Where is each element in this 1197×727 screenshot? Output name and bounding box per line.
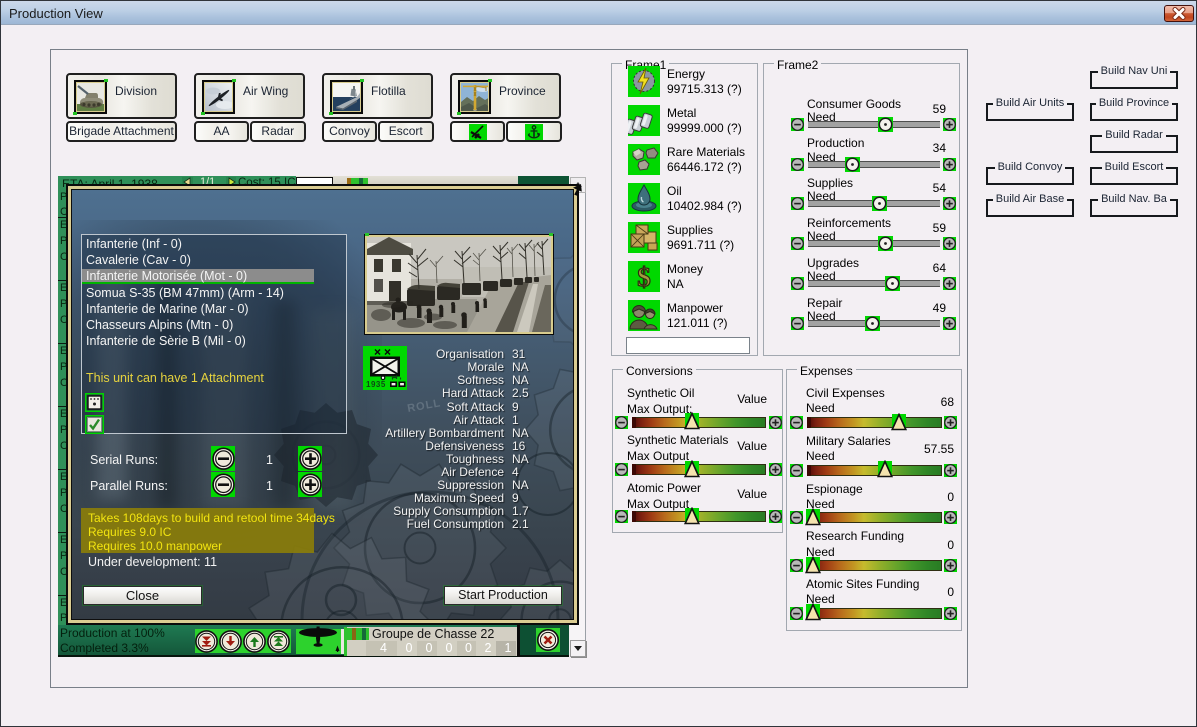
svg-text:$: $ bbox=[637, 262, 651, 292]
